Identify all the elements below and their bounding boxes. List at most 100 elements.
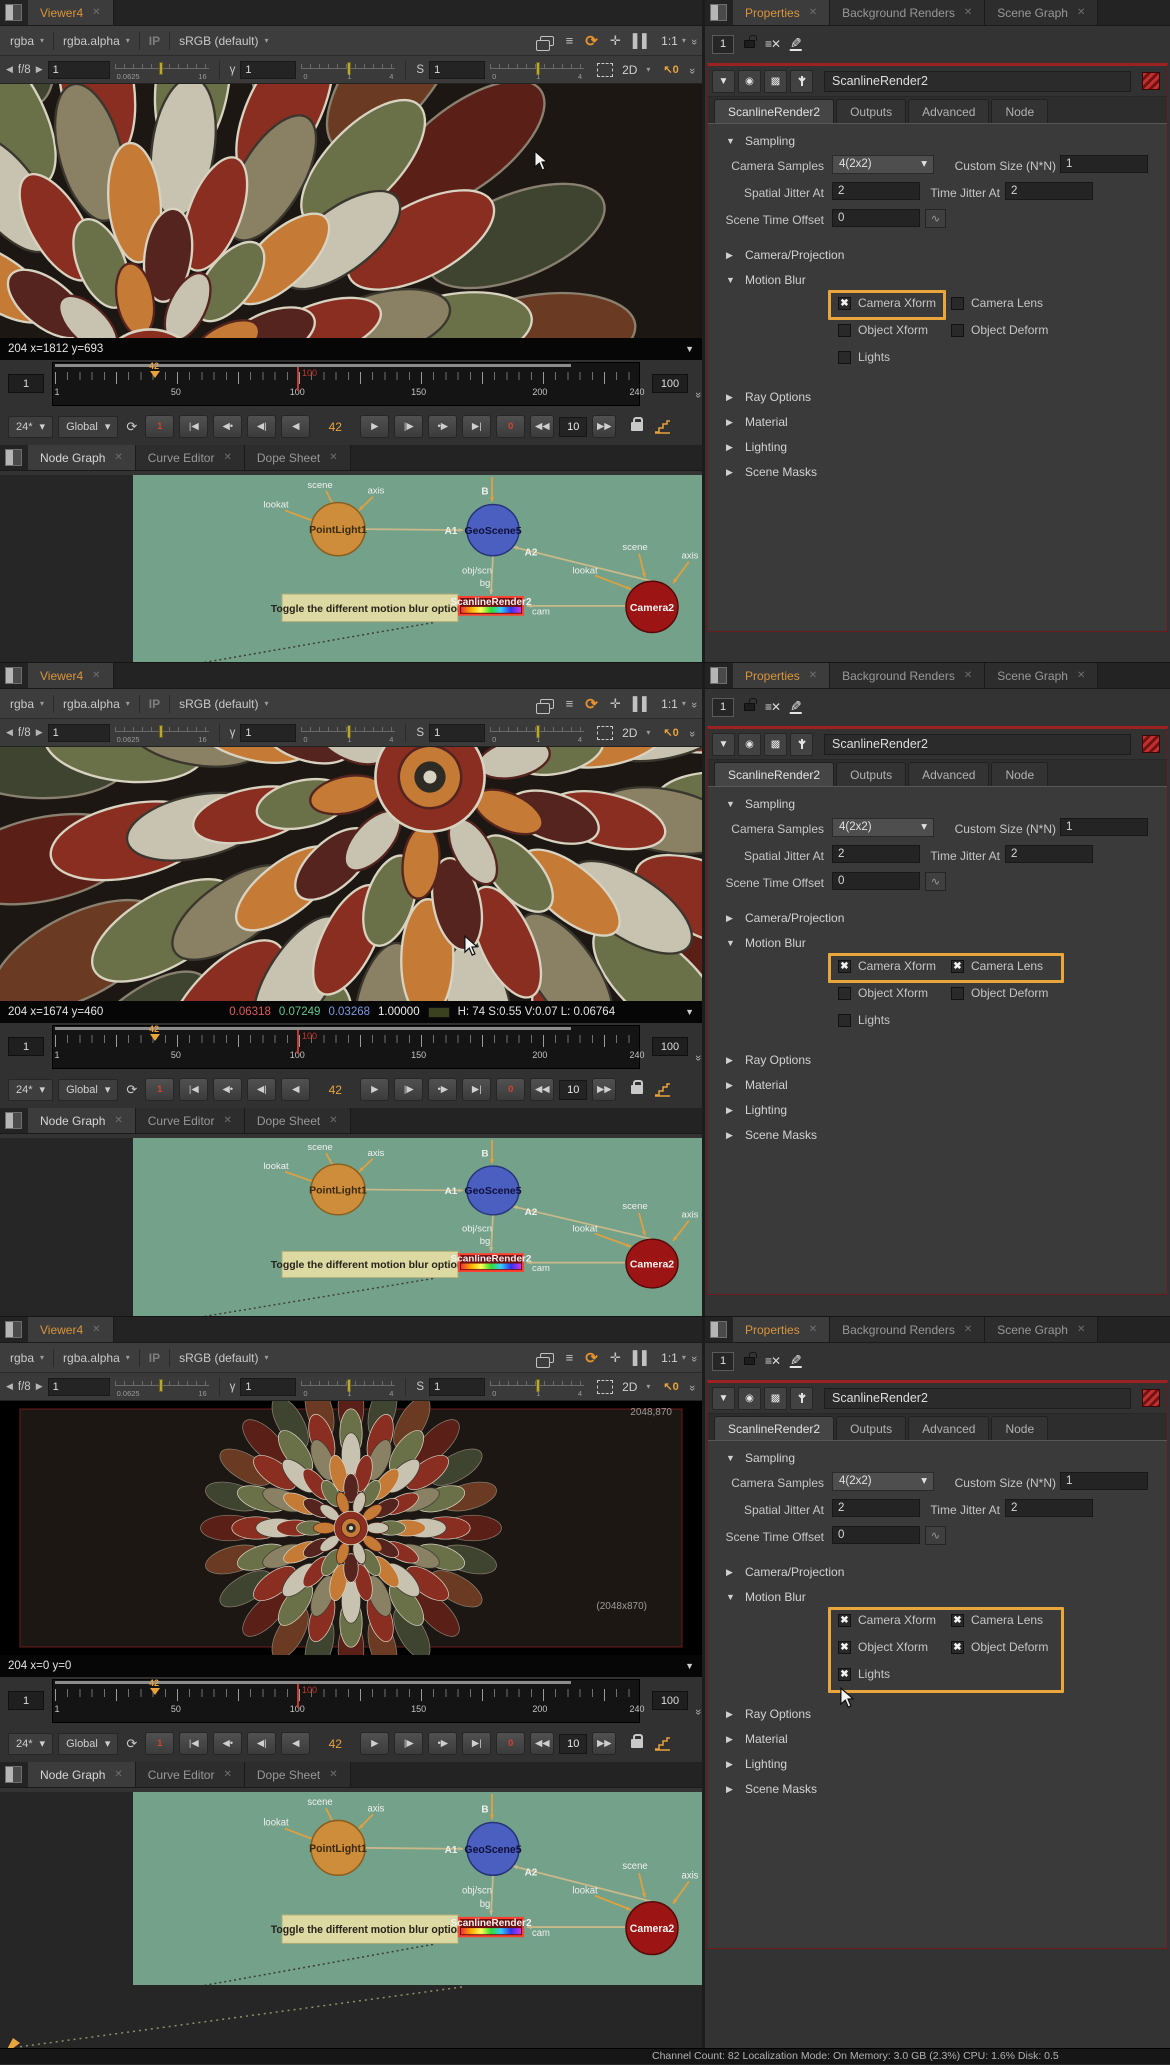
layout-rows-icon[interactable]: ≡	[566, 696, 574, 711]
lights-option[interactable]: Lights	[838, 1013, 951, 1027]
object-deform-option[interactable]: Object Deform	[951, 323, 1064, 337]
section-camera-projection[interactable]: ▶ Camera/Projection	[726, 1565, 844, 1579]
tab-node-graph[interactable]: Node Graph ✕	[28, 1108, 136, 1133]
tab-scanlinerender[interactable]: ScanlineRender2	[714, 1416, 834, 1440]
camera-lens-checkbox[interactable]: ✖	[951, 960, 964, 973]
gain-input[interactable]: 1	[48, 724, 110, 742]
tab-viewer4[interactable]: Viewer4 ✕	[28, 663, 114, 688]
pane-layout-icon[interactable]	[5, 1321, 22, 1338]
object-xform-checkbox[interactable]	[838, 324, 851, 337]
saturation-input[interactable]: 1	[429, 724, 485, 742]
collapse-icon[interactable]: ▼	[712, 1387, 735, 1410]
info-collapse-icon[interactable]: ▼	[685, 344, 694, 354]
range-end-input[interactable]: 100	[652, 1037, 688, 1056]
pane-layout-icon[interactable]	[710, 667, 727, 684]
range-end-input[interactable]: 100	[652, 374, 688, 393]
camera-lens-option[interactable]: ✖ Camera Lens	[951, 959, 1064, 973]
edit-pencil-icon[interactable]: ✎	[790, 37, 802, 51]
more-chevrons-icon[interactable]: »	[688, 701, 700, 705]
object-deform-option[interactable]: ✖ Object Deform	[951, 1640, 1064, 1654]
camera-samples-dropdown[interactable]: 4(2x2) ▾	[832, 155, 934, 174]
close-icon[interactable]: ✕	[1077, 7, 1085, 18]
prev-arrow-icon[interactable]: ◀	[6, 64, 13, 75]
saturation-slider[interactable]: 0 1 4	[490, 1376, 584, 1398]
tab-outputs[interactable]: Outputs	[836, 1416, 906, 1440]
lock-icon[interactable]	[631, 422, 643, 431]
camera-lens-checkbox[interactable]: ✖	[951, 1614, 964, 1627]
skip-forward-button[interactable]: ▶▶	[592, 1078, 616, 1101]
tab-node[interactable]: Node	[991, 99, 1048, 123]
roi-icon[interactable]: ✛	[610, 33, 621, 49]
node-color-swatch[interactable]	[1142, 735, 1160, 753]
playhead[interactable]	[297, 1030, 299, 1054]
close-icon[interactable]: ✕	[809, 670, 817, 681]
close-icon[interactable]: ✕	[809, 1324, 817, 1335]
frame-ruler[interactable]: 150100150200240 42 100	[52, 1679, 640, 1723]
close-icon[interactable]: ✕	[114, 1115, 122, 1126]
close-icon[interactable]: ✕	[329, 1115, 337, 1126]
roi-icon[interactable]: ✛	[610, 696, 621, 712]
float-panel-icon[interactable]: ▩	[764, 1387, 787, 1410]
tab-scene-graph[interactable]: Scene Graph ✕	[985, 663, 1098, 688]
skip-forward-button[interactable]: ▶▶	[592, 1732, 616, 1755]
tab-curve-editor[interactable]: Curve Editor ✕	[136, 1108, 245, 1133]
gamma-input[interactable]: 1	[240, 724, 296, 742]
playhead[interactable]	[297, 367, 299, 391]
gain-slider[interactable]: 0.0625 16	[115, 1376, 209, 1398]
transport-fwd-2[interactable]: •▶	[428, 1078, 457, 1101]
tab-dope-sheet[interactable]: Dope Sheet ✕	[245, 445, 351, 470]
channels-dropdown[interactable]: rgba ▾	[6, 34, 48, 48]
wrench-icon[interactable]	[790, 70, 813, 93]
lights-option[interactable]: ✖ Lights	[838, 1667, 951, 1681]
camera-xform-option[interactable]: ✖ Camera Xform	[838, 1613, 951, 1627]
section-motion-blur[interactable]: ▼ Motion Blur	[726, 936, 806, 950]
section-material[interactable]: ▶ Material	[726, 415, 788, 429]
viewer-canvas[interactable]	[0, 84, 702, 338]
camera-xform-option[interactable]: ✖ Camera Xform	[838, 296, 951, 310]
section-sampling[interactable]: ▼ Sampling	[726, 134, 795, 148]
fps-dropdown[interactable]: 24*▾	[8, 1733, 53, 1755]
transport-back-0[interactable]: |◀	[179, 415, 208, 438]
tab-background-renders[interactable]: Background Renders ✕	[830, 1317, 985, 1342]
node-name-input[interactable]: ScanlineRender2	[824, 1388, 1131, 1409]
section-motion-blur[interactable]: ▼ Motion Blur	[726, 1590, 806, 1604]
gamma-slider[interactable]: 0 1 4	[301, 1376, 395, 1398]
stack-count-input[interactable]: 1	[712, 35, 734, 54]
profile-stairs-icon[interactable]	[654, 1083, 671, 1097]
camera-xform-checkbox[interactable]: ✖	[838, 297, 851, 310]
gamma-slider[interactable]: 0 1 4	[301, 722, 395, 744]
pane-layout-icon[interactable]	[5, 1112, 22, 1129]
object-xform-checkbox[interactable]	[838, 987, 851, 1000]
section-material[interactable]: ▶ Material	[726, 1732, 788, 1746]
transport-back-2[interactable]: ◀|	[247, 415, 276, 438]
section-lighting[interactable]: ▶ Lighting	[726, 1103, 787, 1117]
range-start-input[interactable]: 1	[8, 374, 44, 393]
pointer-zero-icon[interactable]: ↖0	[663, 726, 678, 739]
section-scene-masks[interactable]: ▶ Scene Masks	[726, 465, 817, 479]
pane-layout-icon[interactable]	[5, 4, 22, 21]
object-deform-checkbox[interactable]	[951, 987, 964, 1000]
skip-back-button[interactable]: ◀◀	[530, 1732, 554, 1755]
range-flag-button[interactable]: 1	[145, 1732, 174, 1755]
node-graph-pane[interactable]: Toggle the different motion blur options…	[0, 475, 702, 662]
time-jitter-input[interactable]: 2	[1005, 182, 1093, 200]
pane-layout-icon[interactable]	[5, 667, 22, 684]
tab-node-graph[interactable]: Node Graph ✕	[28, 445, 136, 470]
tab-node[interactable]: Node	[991, 762, 1048, 786]
channels-dropdown[interactable]: rgba ▾	[6, 697, 48, 711]
pane-layout-icon[interactable]	[710, 4, 727, 21]
viewer-canvas[interactable]: 2048,870 (2048x870)	[0, 1401, 702, 1655]
saturation-slider[interactable]: 0 1 4	[490, 59, 584, 81]
tab-node-graph[interactable]: Node Graph ✕	[28, 1762, 136, 1787]
section-camera-projection[interactable]: ▶ Camera/Projection	[726, 911, 844, 925]
more-chevrons-icon[interactable]: »	[686, 1384, 698, 1388]
info-collapse-icon[interactable]: ▼	[685, 1007, 694, 1017]
transport-fwd-0[interactable]: ▶	[360, 415, 389, 438]
tab-viewer4[interactable]: Viewer4 ✕	[28, 0, 114, 25]
skip-frames-input[interactable]: 10	[559, 1080, 587, 1100]
tab-dope-sheet[interactable]: Dope Sheet ✕	[245, 1108, 351, 1133]
timeline-scrollbar[interactable]	[55, 1027, 571, 1030]
animation-curve-icon[interactable]: ∿	[925, 1526, 946, 1545]
next-arrow-icon[interactable]: ▶	[36, 727, 43, 738]
tab-outputs[interactable]: Outputs	[836, 99, 906, 123]
